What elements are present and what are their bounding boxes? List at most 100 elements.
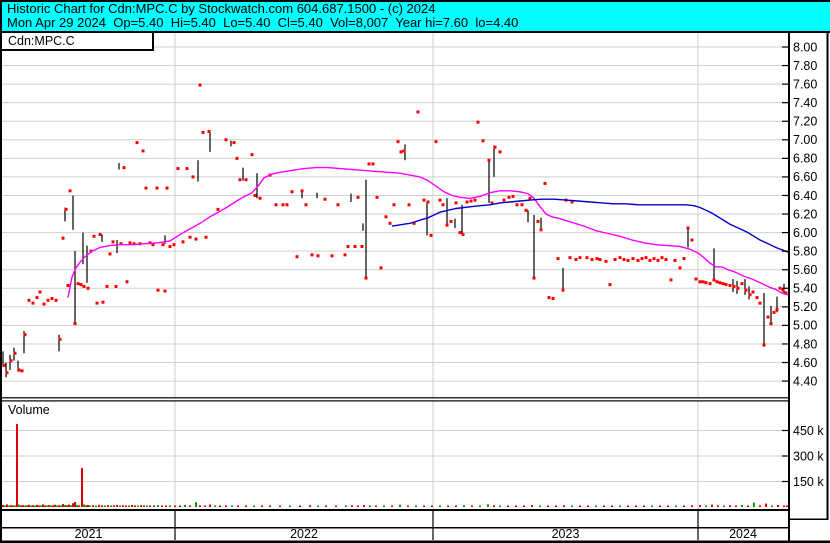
close-dot <box>481 139 485 143</box>
close-dot <box>253 193 257 197</box>
year-row-top-border <box>2 527 788 529</box>
close-dot <box>360 245 364 249</box>
volume-bar <box>64 504 66 507</box>
close-dot <box>20 369 24 373</box>
volume-bar <box>651 505 653 507</box>
volume-bar <box>128 505 130 507</box>
volume-bar <box>87 504 89 507</box>
volume-bar <box>54 504 56 507</box>
close-dot <box>536 219 540 223</box>
close-dot <box>76 282 80 286</box>
volume-bar <box>431 505 433 507</box>
close-dot <box>238 178 242 182</box>
close-dot <box>769 322 773 326</box>
close-dot <box>772 310 776 314</box>
close-dot <box>498 150 502 154</box>
range-bar <box>197 160 199 182</box>
close-dot <box>636 258 640 262</box>
close-dot <box>156 288 160 292</box>
volume-bar <box>699 504 701 507</box>
volume-bar <box>423 505 425 507</box>
close-dot <box>216 207 220 211</box>
close-dot <box>244 178 248 182</box>
close-dot <box>135 141 139 145</box>
close-dot <box>701 280 705 284</box>
close-dot <box>98 232 102 236</box>
volume-bar <box>66 505 68 507</box>
year-label: 2021 <box>75 527 103 541</box>
header-quote-line: Mon Apr 29 2024 Op=5.40 Hi=5.40 Lo=5.40 … <box>7 15 519 30</box>
volume-bar <box>10 505 12 507</box>
volume-bar <box>245 505 247 507</box>
volume-bar <box>619 505 621 507</box>
volume-bar <box>134 505 136 507</box>
close-dot <box>330 254 334 258</box>
price-axis-label: 7.20 <box>793 115 817 129</box>
volume-bar <box>399 504 401 507</box>
volume-bar <box>345 505 347 507</box>
range-bar <box>301 191 303 199</box>
volume-bar <box>34 505 36 507</box>
frame-borders <box>0 31 830 543</box>
volume-bar <box>46 505 48 507</box>
close-dot <box>445 223 449 227</box>
close-dot <box>775 308 779 312</box>
range-bar <box>316 192 318 199</box>
close-dot <box>258 196 262 200</box>
volume-bar <box>299 505 301 507</box>
close-dot <box>23 333 27 337</box>
close-dot <box>176 167 180 171</box>
label-column-bottom-border <box>788 518 829 520</box>
close-dot <box>622 258 626 262</box>
volume-bar <box>62 503 64 507</box>
volume-bar <box>16 424 18 507</box>
close-dot <box>574 258 578 262</box>
close-dot <box>778 286 782 290</box>
close-dot <box>758 301 762 305</box>
close-dot <box>201 130 205 134</box>
volume-bar <box>18 504 20 507</box>
close-dot <box>384 215 388 219</box>
close-dot <box>27 298 31 302</box>
year-label: 2022 <box>290 527 318 541</box>
volume-bar <box>143 505 145 507</box>
close-dot <box>353 245 357 249</box>
close-dot <box>618 256 622 260</box>
volume-bar <box>78 505 80 507</box>
close-dot <box>371 162 375 166</box>
volume-bar <box>595 505 597 507</box>
range-bar <box>74 251 76 324</box>
volume-bar <box>383 505 385 507</box>
volume-bar <box>8 505 10 507</box>
close-dot <box>392 203 396 207</box>
volume-bar <box>407 505 409 507</box>
volume-bar <box>70 505 72 507</box>
close-dot <box>748 293 752 297</box>
close-dot <box>285 203 289 207</box>
close-dot <box>274 203 278 207</box>
close-dot <box>493 145 497 149</box>
volume-bar <box>783 505 785 507</box>
volume-bar <box>42 504 44 507</box>
volume-bar <box>209 504 211 507</box>
volume-bar <box>771 505 773 507</box>
price-axis-label: 7.80 <box>793 59 817 73</box>
close-dot <box>631 257 635 261</box>
close-dot <box>73 322 77 326</box>
volume-bar <box>22 505 24 507</box>
range-bar <box>562 267 564 291</box>
close-dot <box>144 186 148 190</box>
close-dot <box>114 284 118 288</box>
volume-bar <box>113 505 115 507</box>
volume-bar <box>777 504 779 507</box>
volume-bar <box>50 505 52 507</box>
close-dot <box>515 203 519 207</box>
close-dot <box>613 258 617 262</box>
volume-bar <box>261 505 263 507</box>
volume-axis-label: 150 k <box>793 475 824 489</box>
range-bar <box>242 167 244 181</box>
range-bar <box>230 140 232 147</box>
close-dot <box>122 166 126 170</box>
close-dot <box>640 257 644 261</box>
range-bar <box>209 131 211 152</box>
